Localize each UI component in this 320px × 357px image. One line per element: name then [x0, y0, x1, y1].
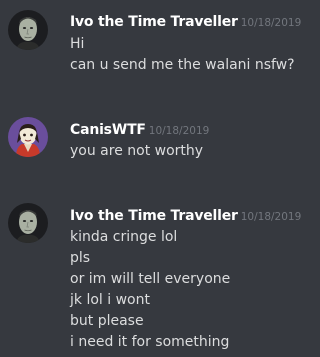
message-header: Ivo the Time Traveller 10/18/2019	[70, 11, 301, 33]
message-text: or im will tell everyone	[70, 271, 231, 287]
message-text: Hi	[70, 36, 85, 52]
message-header: Ivo the Time Traveller 10/18/2019	[70, 205, 301, 227]
message-text: jk lol i wont	[70, 292, 150, 308]
username[interactable]: Ivo the Time Traveller	[70, 208, 238, 224]
message-text: i need it for something	[70, 334, 230, 350]
message-text: you are not worthy	[70, 143, 204, 159]
timestamp: 10/18/2019	[240, 17, 302, 29]
ivo-avatar-icon[interactable]	[8, 203, 48, 243]
timestamp: 10/18/2019	[148, 125, 210, 137]
timestamp: 10/18/2019	[240, 211, 302, 223]
message-text: but please	[70, 313, 144, 329]
message-text: pls	[70, 250, 91, 266]
message-text: kinda cringe lol	[70, 229, 178, 245]
message-text: can u send me the walani nsfw?	[70, 57, 295, 73]
ivo-avatar-icon[interactable]	[8, 10, 48, 50]
username[interactable]: Ivo the Time Traveller	[70, 14, 238, 30]
username[interactable]: CanisWTF	[70, 122, 146, 138]
message-header: CanisWTF 10/18/2019	[70, 119, 209, 141]
caniswtf-avatar-icon[interactable]	[8, 117, 48, 157]
